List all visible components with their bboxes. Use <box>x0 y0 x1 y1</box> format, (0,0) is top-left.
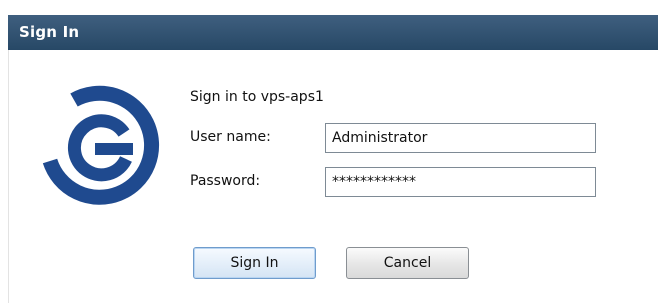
sign-in-dialog: Sign In Sign in to vps-aps1 User name: P… <box>0 0 658 303</box>
circular-g-logo-icon <box>42 85 160 205</box>
password-input[interactable] <box>325 167 596 197</box>
password-label: Password: <box>190 173 261 189</box>
sign-in-button[interactable]: Sign In <box>193 247 316 279</box>
username-label: User name: <box>190 129 271 145</box>
title-bar[interactable]: Sign In <box>8 15 658 50</box>
sign-in-heading: Sign in to vps-aps1 <box>190 89 324 105</box>
dialog-title: Sign In <box>19 23 80 41</box>
username-input[interactable] <box>325 123 596 153</box>
cancel-button[interactable]: Cancel <box>346 247 469 279</box>
